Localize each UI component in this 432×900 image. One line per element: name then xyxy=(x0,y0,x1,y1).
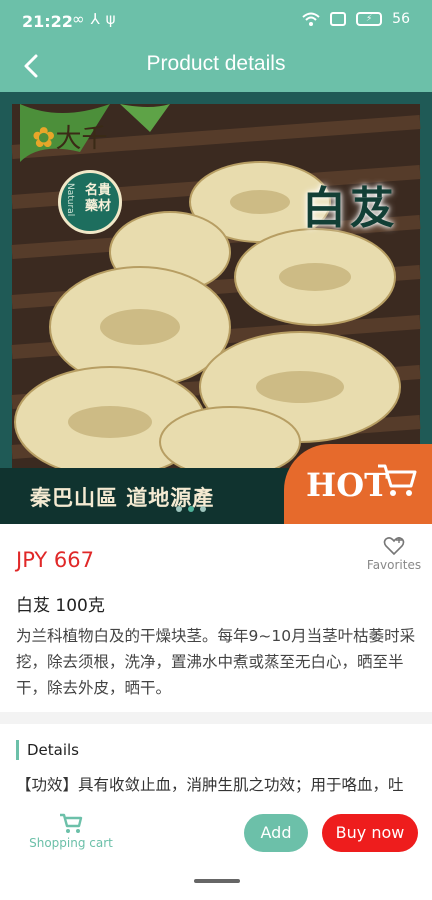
shopping-cart-icon xyxy=(60,813,83,833)
page-title: Product details xyxy=(146,52,286,75)
premium-seal: Natural 名貴藥材 xyxy=(58,170,122,234)
battery-charging-icon: ⚡ xyxy=(356,12,383,26)
hot-badge: HOT xyxy=(284,444,432,524)
details-heading: Details xyxy=(16,740,79,760)
product-description: 为兰科植物白及的干燥块茎。每年9~10月当茎叶枯萎时采挖，除去须根，洗净，置沸水… xyxy=(16,627,416,697)
usb-icon: ⅄ xyxy=(90,10,106,28)
details-text: 【功效】具有收敛止血，消肿生肌之功效；用于咯血，吐血，外伤出血，疮疡肿毒，皮肤皲… xyxy=(16,776,404,794)
product-image-carousel[interactable]: ✿大千 Natural 名貴藥材 白芨 秦巴山區 道地源產 HOT xyxy=(0,92,432,524)
status-time: 21:22 xyxy=(22,12,73,31)
usb-debug-icon: ψ xyxy=(105,10,122,28)
add-to-cart-button[interactable]: Add xyxy=(244,814,308,852)
battery-level: 56 xyxy=(392,11,410,27)
favorites-label: Favorites xyxy=(366,558,422,572)
nav-bar: Product details xyxy=(0,44,432,92)
carousel-dot xyxy=(176,506,182,512)
shopping-cart-label: Shopping cart xyxy=(29,836,113,850)
shopping-cart-button[interactable]: Shopping cart xyxy=(22,812,120,850)
app-header: 21:22 ∞⅄ψ ⚡ 56 Product details xyxy=(0,0,432,92)
wifi-icon xyxy=(302,12,320,26)
buy-now-button[interactable]: Buy now xyxy=(322,814,418,852)
heart-icon xyxy=(383,537,405,556)
status-right-icons: ⚡ 56 xyxy=(302,11,410,27)
section-divider xyxy=(0,712,432,724)
infinity-icon: ∞ xyxy=(72,10,91,28)
bottom-action-bar: Shopping cart Add Buy now xyxy=(0,802,432,866)
seal-text: 名貴藥材 xyxy=(84,183,111,214)
sim-icon xyxy=(330,12,347,26)
status-left-icons: ∞⅄ψ xyxy=(72,10,122,28)
favorites-button[interactable]: Favorites xyxy=(366,536,422,572)
cart-icon xyxy=(378,464,417,496)
status-bar: 21:22 ∞⅄ψ ⚡ 56 xyxy=(0,0,432,44)
image-title: 白芨 xyxy=(302,183,398,234)
home-indicator[interactable] xyxy=(194,879,240,883)
price-row: JPY 667 Favorites xyxy=(0,524,432,584)
carousel-dot xyxy=(200,506,206,512)
origin-banner: 秦巴山區 道地源產 xyxy=(0,468,300,524)
carousel-dot-active xyxy=(188,506,194,512)
carousel-indicator xyxy=(176,506,206,512)
product-name: 白芨 100克 xyxy=(16,596,105,616)
brand-logo: ✿大千 xyxy=(32,121,108,154)
product-price: JPY 667 xyxy=(16,548,94,572)
seal-side-text: Natural xyxy=(65,183,75,217)
